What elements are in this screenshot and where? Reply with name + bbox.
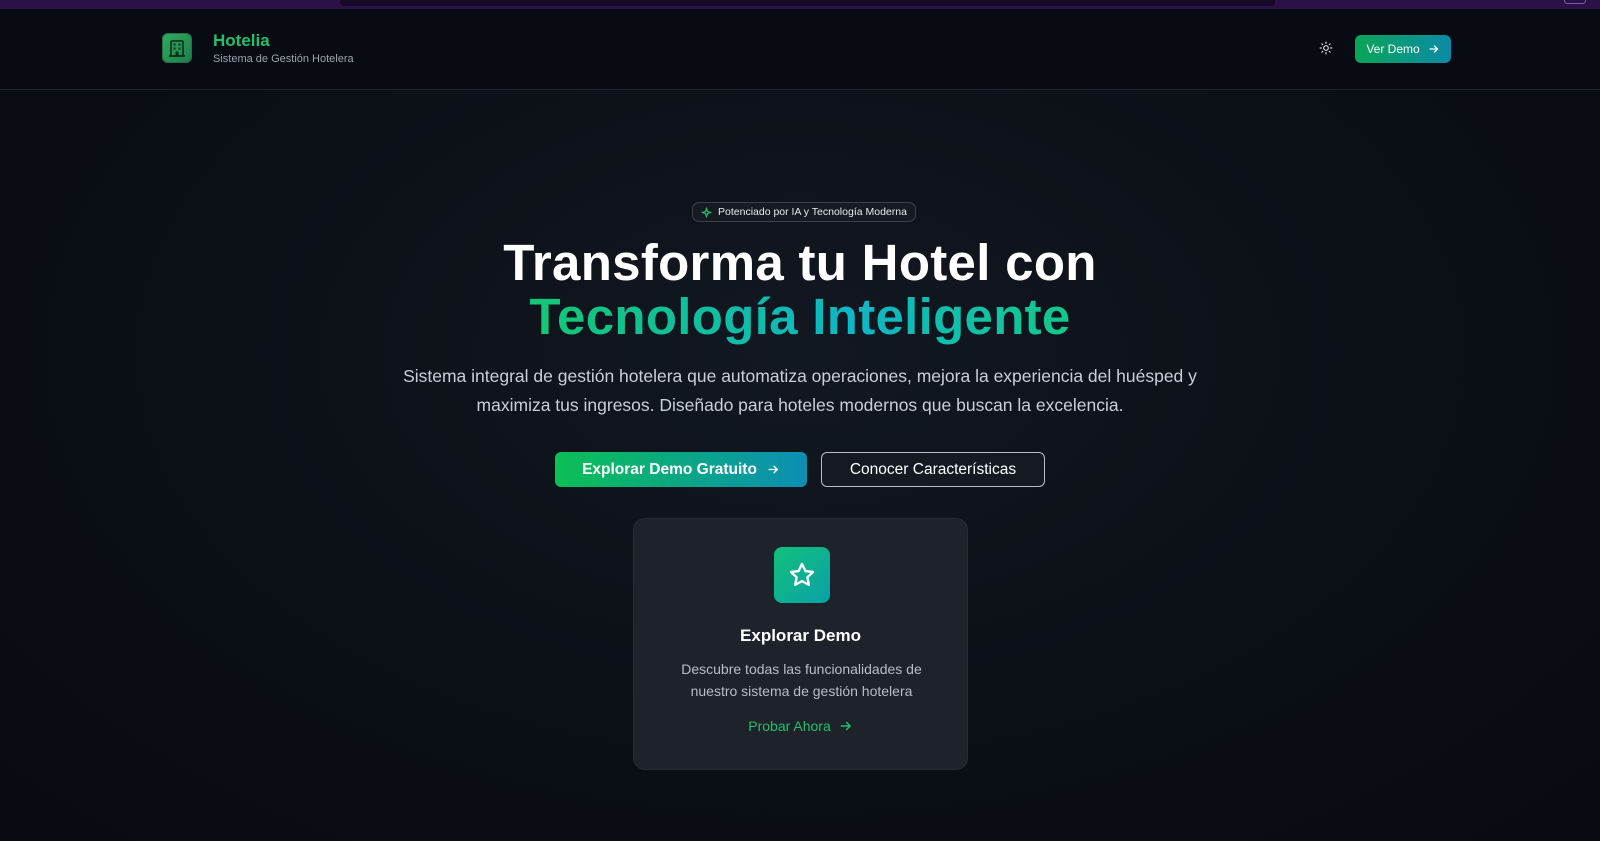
brand-name: Hotelia <box>213 31 270 50</box>
star-icon <box>789 562 815 587</box>
card-desc-line2: nuestro sistema de gestión hotelera <box>690 683 913 699</box>
card-desc-line1: Descubre todas las funcionalidades de <box>681 661 922 677</box>
hero-badge-label: Potenciado por IA y Tecnología Moderna <box>718 206 907 218</box>
hotel-building-icon <box>162 33 192 63</box>
brand-text: Hotelia Sistema de Gestión Hotelera <box>213 31 354 65</box>
brand[interactable]: Hotelia Sistema de Gestión Hotelera <box>162 31 354 65</box>
site-header: Hotelia Sistema de Gestión Hotelera Ver … <box>0 9 1600 90</box>
sparkle-icon <box>701 206 712 218</box>
sun-icon <box>1319 41 1333 55</box>
explorar-demo-gratuito-button[interactable]: Explorar Demo Gratuito <box>555 452 807 487</box>
probar-ahora-label: Probar Ahora <box>748 718 831 734</box>
explorar-demo-gratuito-label: Explorar Demo Gratuito <box>582 460 757 478</box>
hero-section: Potenciado por IA y Tecnología Moderna T… <box>0 90 1600 841</box>
arrow-right-icon <box>840 721 851 731</box>
hero-title-accent: Tecnología Inteligente <box>529 288 1071 345</box>
card-description: Descubre todas las funcionalidades de nu… <box>664 658 939 702</box>
conocer-caracteristicas-label: Conocer Características <box>849 460 1017 478</box>
probar-ahora-link[interactable]: Probar Ahora <box>634 718 967 734</box>
brand-subtitle: Sistema de Gestión Hotelera <box>213 53 354 65</box>
hero-title: Transforma tu Hotel con Tecnología Intel… <box>0 236 1600 344</box>
explorar-demo-card[interactable]: Explorar Demo Descubre todas las funcion… <box>633 518 968 770</box>
hero-title-line1: Transforma tu Hotel con <box>503 234 1097 291</box>
hero-subtitle-line2: maximiza tus ingresos. Diseñado para hot… <box>476 395 1124 415</box>
card-icon-tile <box>774 547 830 603</box>
top-strip-inner <box>340 0 1275 6</box>
theme-toggle-button[interactable] <box>1315 37 1337 59</box>
hero-subtitle: Sistema integral de gestión hotelera que… <box>390 362 1210 420</box>
hero-badge: Potenciado por IA y Tecnología Moderna <box>692 202 916 222</box>
conocer-caracteristicas-button[interactable]: Conocer Características <box>821 452 1045 487</box>
arrow-right-icon <box>1429 45 1438 53</box>
card-title: Explorar Demo <box>740 626 861 645</box>
arrow-right-icon <box>768 465 778 474</box>
ver-demo-button[interactable]: Ver Demo <box>1355 35 1451 63</box>
top-strip-corner <box>1564 0 1586 4</box>
browser-top-strip <box>0 0 1600 9</box>
ver-demo-label: Ver Demo <box>1366 42 1420 56</box>
hero-subtitle-line1: Sistema integral de gestión hotelera que… <box>403 366 1197 386</box>
